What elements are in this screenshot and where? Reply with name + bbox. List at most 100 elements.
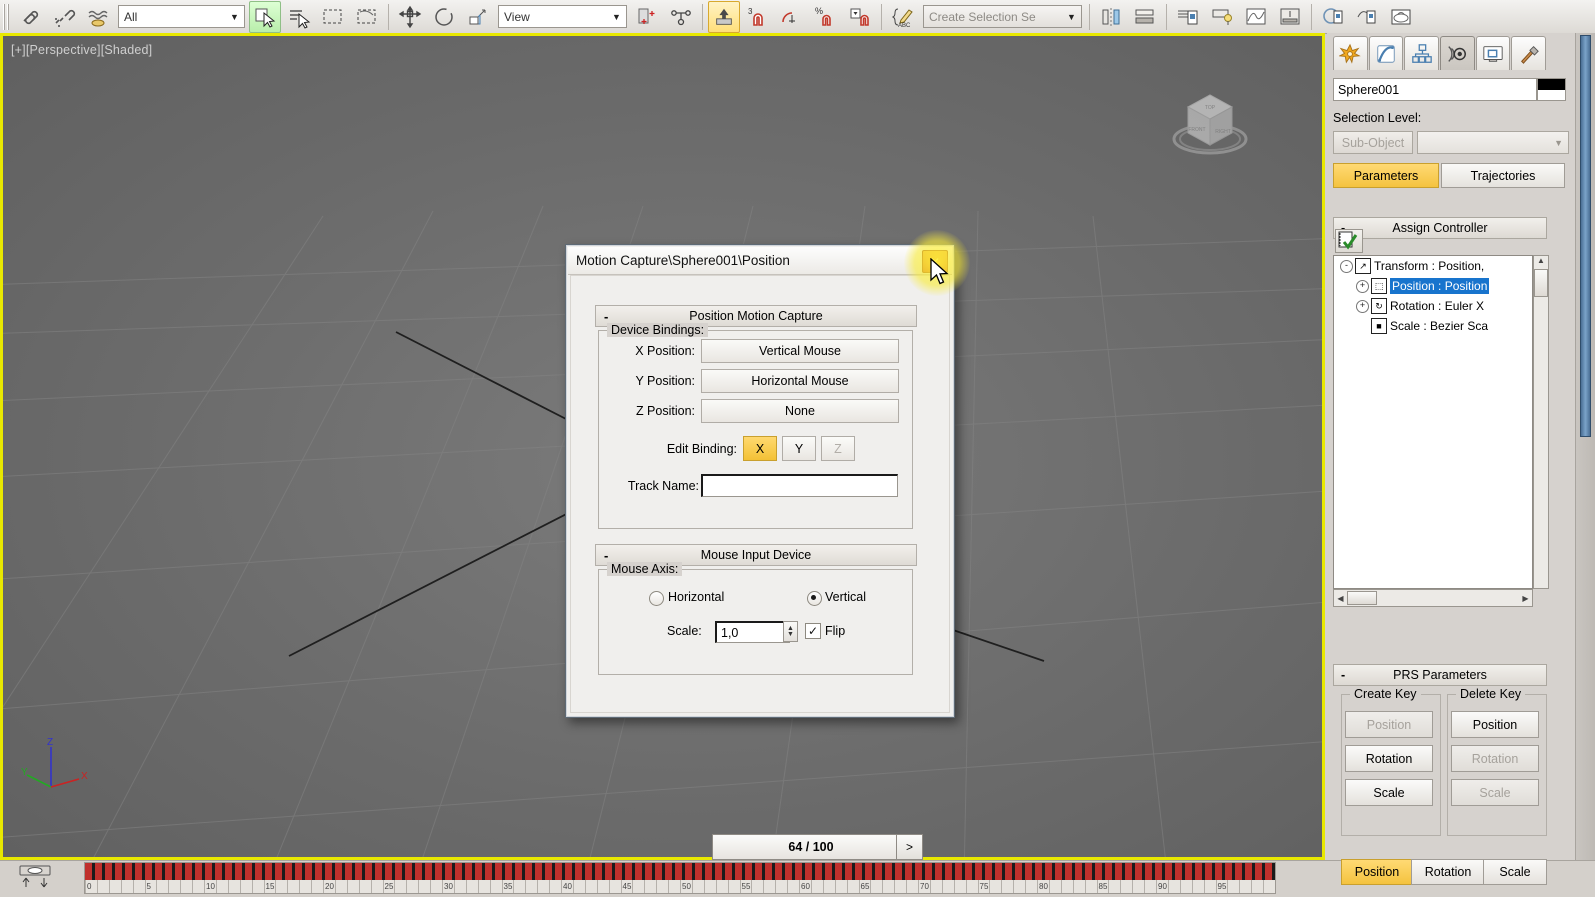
controller-list-hscrollbar[interactable]: ◀ ▶	[1333, 589, 1533, 607]
edit-binding-x-button[interactable]: X	[743, 436, 777, 461]
assign-controller-button[interactable]	[1335, 229, 1363, 253]
create-key-position-button[interactable]: Position	[1345, 711, 1433, 738]
controller-tree-item[interactable]: + ⬚ Position : Position	[1334, 276, 1532, 296]
ruler-tick	[382, 880, 384, 893]
create-tab[interactable]	[1333, 36, 1368, 70]
delete-key-position-button[interactable]: Position	[1451, 711, 1539, 738]
edit-named-selection-icon[interactable]: ABC	[887, 1, 919, 33]
command-panel-scroll-thumb[interactable]	[1580, 35, 1591, 437]
tab-parameters[interactable]: Parameters	[1333, 163, 1439, 188]
select-object-icon[interactable]	[249, 0, 281, 33]
scroll-up-icon[interactable]: ▲	[1534, 256, 1548, 269]
edit-binding-y-button[interactable]: Y	[782, 436, 816, 461]
select-by-name-icon[interactable]	[283, 1, 315, 33]
flip-checkbox[interactable]: ✓	[805, 623, 821, 639]
x-position-binding-button[interactable]: Vertical Mouse	[701, 339, 899, 363]
use-center-icon[interactable]	[631, 1, 663, 33]
scale-spinner[interactable]: ▲ ▼	[783, 621, 798, 642]
reference-coordinate-combo[interactable]: View ▼	[498, 5, 627, 28]
hscroll-thumb[interactable]	[1347, 591, 1377, 605]
select-and-rotate-icon[interactable]	[428, 1, 460, 33]
prs-tab-rotation[interactable]: Rotation	[1411, 859, 1485, 885]
render-frame-icon[interactable]	[1385, 1, 1417, 33]
motion-tab[interactable]	[1440, 36, 1475, 70]
utilities-tab[interactable]	[1511, 36, 1547, 70]
scale-input[interactable]: 1,0	[715, 621, 790, 643]
motion-capture-dialog[interactable]: Motion Capture\Sphere001\Position ✕ - Po…	[565, 244, 955, 718]
track-name-input[interactable]	[701, 474, 898, 497]
modify-tab[interactable]	[1368, 36, 1404, 70]
select-and-move-icon[interactable]	[394, 1, 426, 33]
rollout-assign-controller[interactable]: - Assign Controller	[1333, 217, 1547, 239]
mouse-axis-vertical-radio[interactable]	[807, 591, 822, 606]
bind-space-warp-icon[interactable]	[82, 1, 114, 33]
layer-manager-icon[interactable]	[1172, 1, 1204, 33]
edit-binding-z-button[interactable]: Z	[821, 436, 855, 461]
sub-object-button[interactable]: Sub-Object	[1333, 131, 1413, 154]
schematic-view-icon[interactable]	[1274, 1, 1306, 33]
controller-tree-item[interactable]: + ↻ Rotation : Euler X	[1334, 296, 1532, 316]
angle-snap-icon[interactable]	[776, 1, 808, 33]
toolbar-grip[interactable]	[3, 3, 10, 30]
hierarchy-tab[interactable]	[1404, 36, 1440, 70]
light-lister-icon[interactable]	[1206, 1, 1238, 33]
select-and-scale-icon[interactable]	[462, 1, 494, 33]
controller-tree-item[interactable]: - ↗ Transform : Position,	[1334, 256, 1532, 276]
z-position-binding-button[interactable]: None	[701, 399, 899, 423]
select-and-manipulate-icon[interactable]	[665, 1, 697, 33]
command-panel-scroll-rail[interactable]	[1575, 33, 1595, 860]
prs-tab-scale[interactable]: Scale	[1483, 859, 1547, 885]
rollout-prs-parameters[interactable]: - PRS Parameters	[1333, 664, 1547, 686]
spinner-snap-icon[interactable]	[844, 1, 876, 33]
frame-ruler[interactable]: 5101520253035404550556065707580859095100…	[85, 880, 1275, 893]
material-editor-icon[interactable]	[1317, 1, 1349, 33]
align-icon[interactable]	[1129, 1, 1161, 33]
ruler-tick	[263, 880, 265, 893]
controller-tree-item[interactable]: ■ Scale : Bezier Sca	[1334, 316, 1532, 336]
dialog-titlebar[interactable]: Motion Capture\Sphere001\Position ✕	[568, 247, 952, 275]
y-position-binding-button[interactable]: Horizontal Mouse	[701, 369, 899, 393]
sub-object-combo[interactable]: ▼	[1417, 131, 1569, 154]
axis-y-label: Y	[21, 767, 28, 778]
viewcube[interactable]: TOP FRONT RIGHT	[1160, 71, 1260, 171]
object-color-swatch[interactable]	[1537, 78, 1566, 101]
expand-toggle-icon[interactable]: +	[1356, 279, 1369, 293]
delete-key-scale-button[interactable]: Scale	[1451, 779, 1539, 806]
key-mode-toggle-icon[interactable]	[14, 864, 58, 892]
ruler-tick	[691, 880, 693, 893]
prs-tab-position[interactable]: Position	[1341, 859, 1413, 885]
snap-toggle-icon[interactable]	[708, 0, 740, 33]
named-selection-sets-combo[interactable]: Create Selection Se ▼	[923, 5, 1082, 28]
mouse-axis-horizontal-radio[interactable]	[649, 591, 664, 606]
snap-3d-icon[interactable]: 3	[742, 1, 774, 33]
controller-list[interactable]: - ↗ Transform : Position, + ⬚ Position : Posi…	[1333, 255, 1533, 589]
percent-snap-icon[interactable]: %	[810, 1, 842, 33]
curve-editor-icon[interactable]	[1240, 1, 1272, 33]
track-bar[interactable]: 5101520253035404550556065707580859095100…	[84, 862, 1276, 894]
collapse-toggle-icon[interactable]: -	[1340, 259, 1353, 273]
scroll-right-icon[interactable]: ▶	[1519, 594, 1532, 603]
create-key-scale-button[interactable]: Scale	[1345, 779, 1433, 806]
time-slider-field[interactable]: 64 / 100	[712, 834, 910, 860]
display-tab[interactable]	[1475, 36, 1511, 70]
ruler-tick	[1263, 880, 1265, 893]
create-key-rotation-button[interactable]: Rotation	[1345, 745, 1433, 772]
render-setup-icon[interactable]	[1351, 1, 1383, 33]
link-icon[interactable]	[14, 1, 46, 33]
ruler-label: 10	[206, 882, 215, 891]
scroll-left-icon[interactable]: ◀	[1334, 594, 1347, 603]
expand-toggle-icon[interactable]: +	[1356, 299, 1369, 313]
controller-list-vscrollbar[interactable]: ▲	[1533, 255, 1549, 589]
ruler-tick	[1084, 880, 1086, 893]
keyframe-ticks[interactable]	[85, 863, 1275, 880]
selection-filter-combo[interactable]: All ▼	[118, 5, 245, 28]
delete-key-rotation-button[interactable]: Rotation	[1451, 745, 1539, 772]
rectangular-select-region-icon[interactable]	[317, 1, 349, 33]
object-name-field[interactable]: Sphere001	[1333, 78, 1537, 101]
mirror-icon[interactable]	[1095, 1, 1127, 33]
unlink-icon[interactable]	[48, 1, 80, 33]
vscroll-thumb[interactable]	[1534, 269, 1548, 297]
tab-trajectories[interactable]: Trajectories	[1441, 163, 1565, 188]
window-crossing-icon[interactable]	[351, 1, 383, 33]
next-frame-button[interactable]: >	[896, 834, 923, 860]
